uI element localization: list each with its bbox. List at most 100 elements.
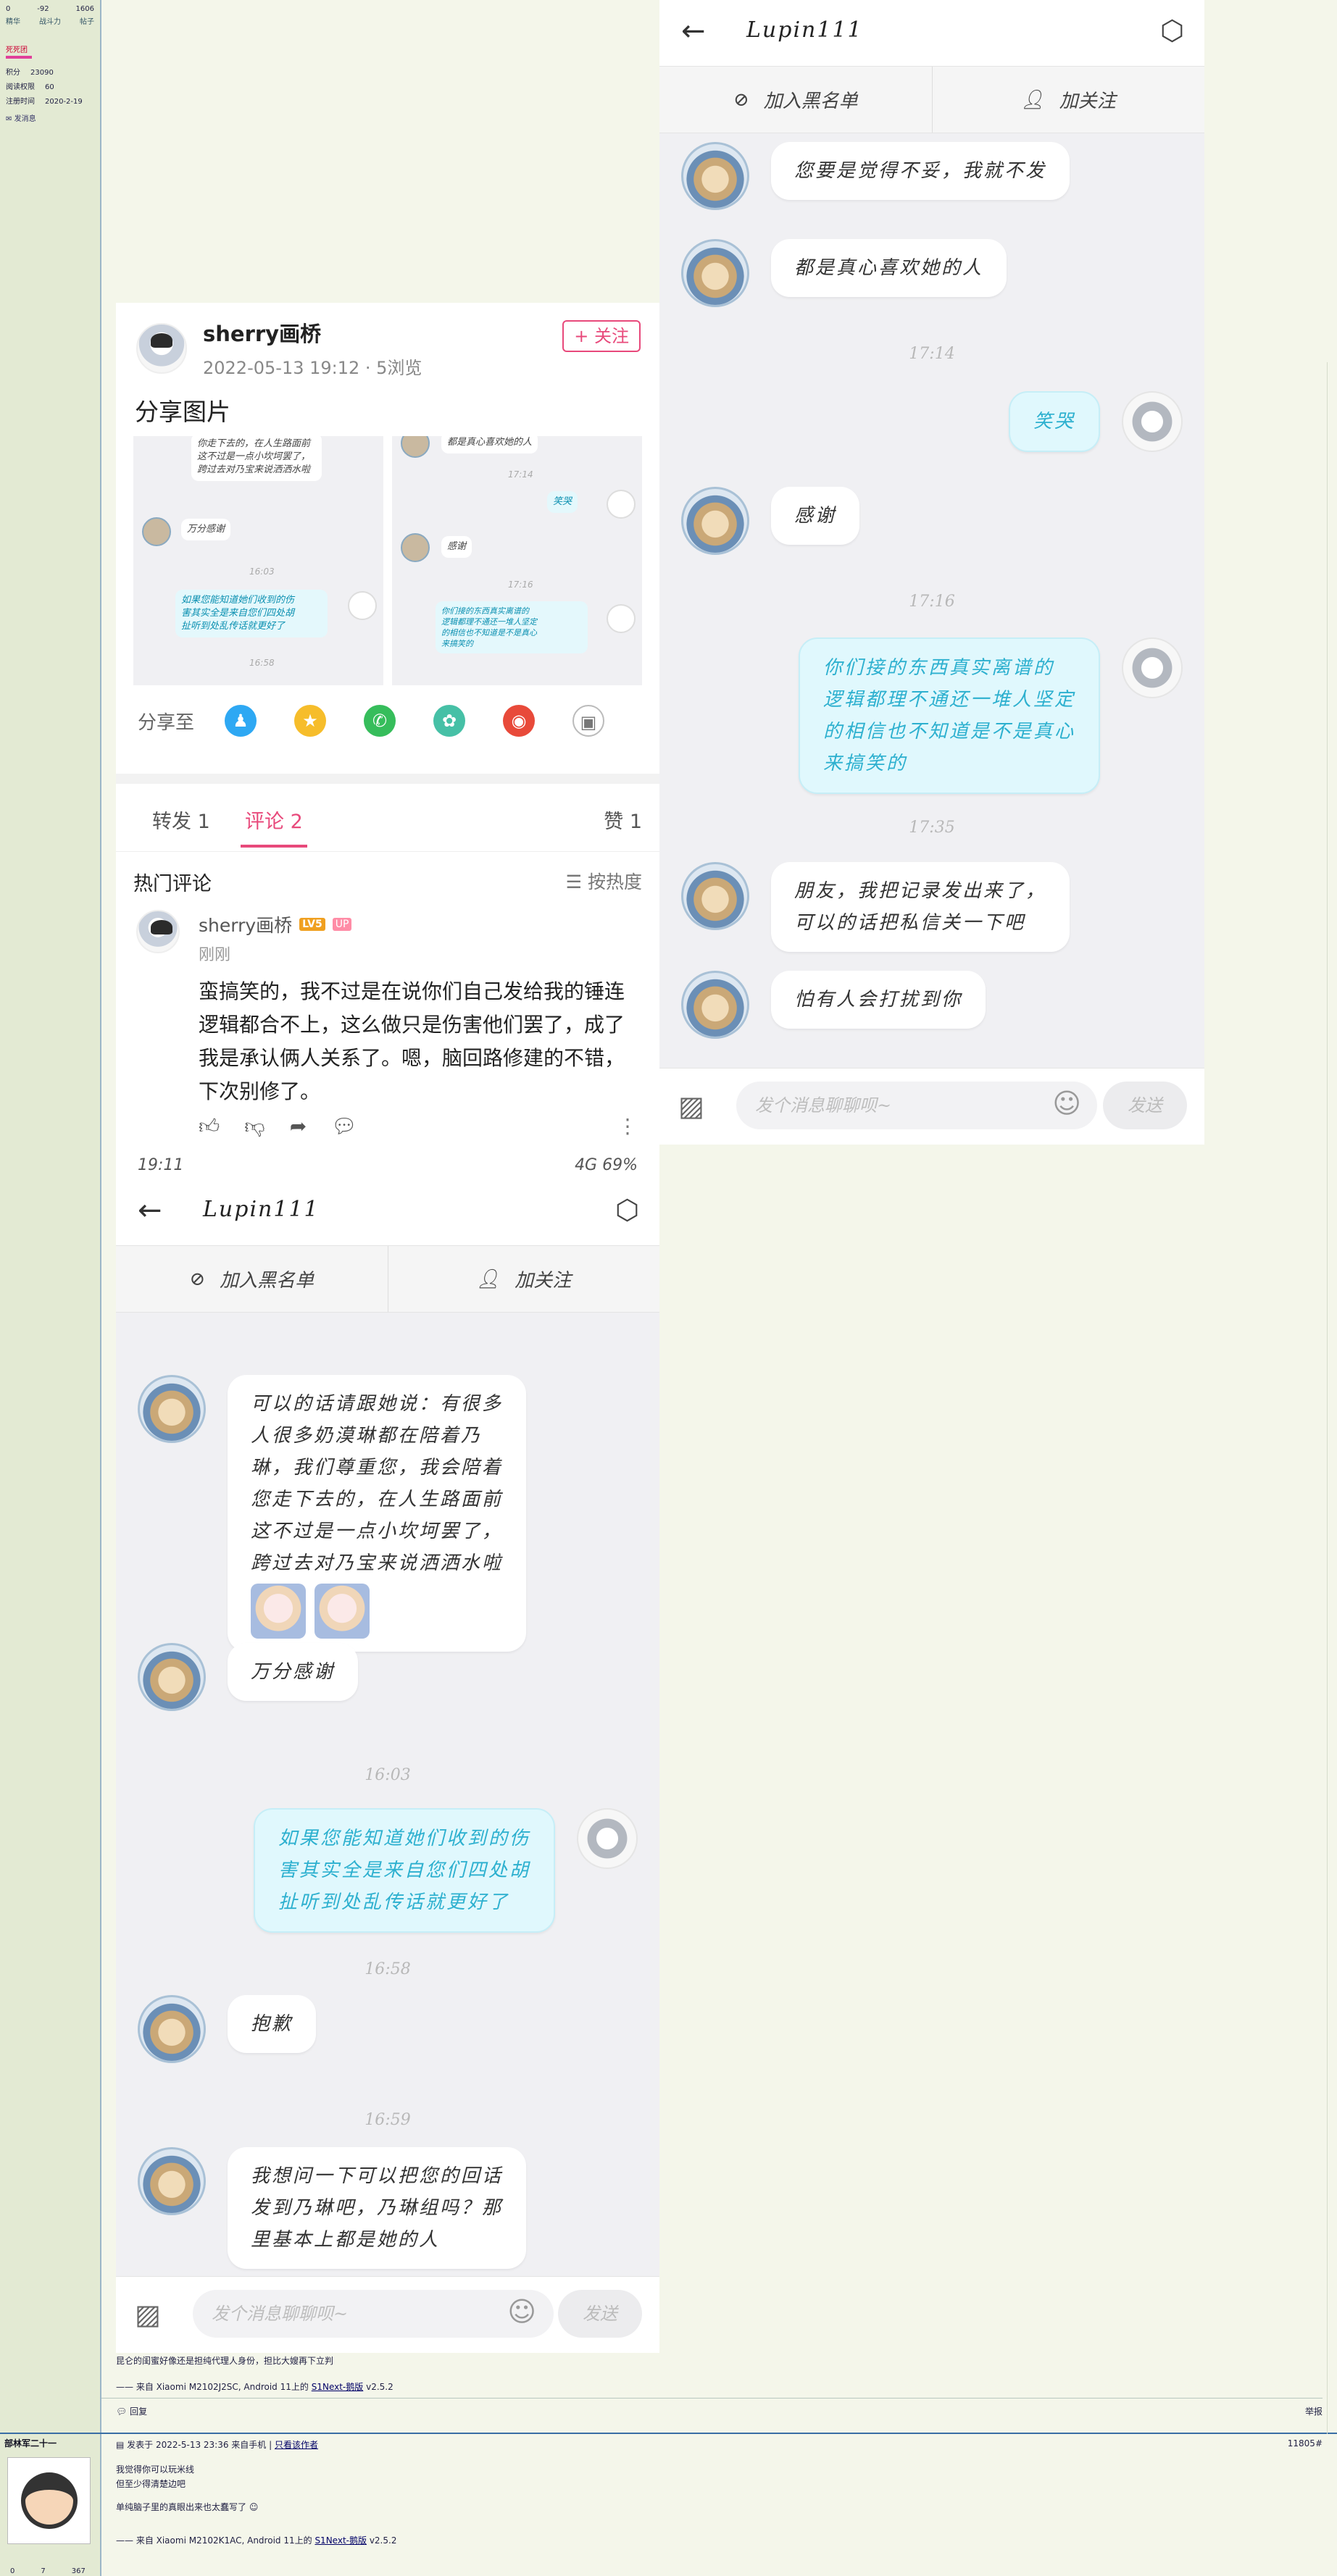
share-row: 分享至 ♟ ★ ✆ ✿ ◉ ▣ xyxy=(138,705,605,737)
sticker-row xyxy=(251,1584,503,1639)
emoji-icon[interactable]: ☺ xyxy=(1052,1087,1081,1119)
self-avatar[interactable] xyxy=(1122,637,1183,698)
self-avatar[interactable] xyxy=(577,1808,638,1869)
sticker-image[interactable] xyxy=(251,1584,306,1639)
contact-avatar[interactable] xyxy=(138,1995,206,2063)
author-avatar[interactable] xyxy=(7,2457,91,2544)
image-thumb-1[interactable]: 你走下去的，在人生路面前 这不过是一点小坎坷罢了， 跨过去对乃宝来说洒洒水啦 万… xyxy=(133,436,383,685)
author-name[interactable]: 部林军二十一 xyxy=(4,2437,57,2449)
tab-like[interactable]: 赞 1 xyxy=(604,806,642,834)
qq-icon[interactable]: ♟ xyxy=(225,705,257,737)
field-label: 注册时间 xyxy=(6,98,35,106)
post-icon: ▤ xyxy=(116,2440,125,2450)
chat-title: Lupin111 xyxy=(746,17,863,43)
back-arrow-icon[interactable]: ← xyxy=(138,1194,162,1227)
reply-link[interactable]: 💬︎ 回复 xyxy=(116,2405,147,2417)
stat-value: -92 xyxy=(37,5,49,13)
thumb-bubble: 笑哭 xyxy=(547,491,578,513)
follow-button[interactable]: + 关注 xyxy=(562,320,641,352)
contact-avatar[interactable] xyxy=(681,142,749,210)
settings-icon[interactable]: ⬡ xyxy=(1160,14,1184,46)
follow-user-button[interactable]: 👤︎ 加关注 xyxy=(931,67,1205,133)
wechat-icon[interactable]: ✆ xyxy=(364,705,396,737)
emoji-icon[interactable]: ☺ xyxy=(507,2296,536,2328)
weibo-screenshot: sherry画桥 2022-05-13 19:12 · 5浏览 + 关注 分享图… xyxy=(116,303,659,1179)
author-avatar[interactable] xyxy=(136,322,187,374)
stat-value: 367 xyxy=(71,2567,86,2575)
sort-button[interactable]: ☰ 按热度 xyxy=(566,868,642,894)
image-icon[interactable]: ▨ xyxy=(135,2299,161,2330)
contact-avatar[interactable] xyxy=(138,1643,206,1711)
stat-label[interactable]: 精华 xyxy=(6,16,20,29)
report-link[interactable]: 举报 xyxy=(1305,2405,1323,2417)
thumb-timestamp: 16:58 xyxy=(249,658,275,668)
contact-avatar[interactable] xyxy=(138,1375,206,1443)
thumb-avatar xyxy=(607,604,636,633)
message-input[interactable]: 发个消息聊聊呗~ xyxy=(193,2290,554,2338)
thumb-timestamp: 17:16 xyxy=(508,580,533,590)
block-button[interactable]: ⊘ 加入黑名单 xyxy=(659,67,932,133)
weibo-icon[interactable]: ◉ xyxy=(503,705,536,737)
more-icon[interactable]: ⋮ xyxy=(617,1114,638,1138)
send-button[interactable]: 发送 xyxy=(1103,1082,1187,1129)
field-value: 23090 xyxy=(30,69,54,77)
add-user-icon: 👤︎ xyxy=(476,1268,501,1290)
stat-label[interactable]: 战斗力 xyxy=(39,16,61,29)
contact-avatar[interactable] xyxy=(681,487,749,555)
user-group[interactable]: 死死团 xyxy=(6,43,94,54)
send-message-link[interactable]: ✉ 发消息 xyxy=(6,112,94,123)
follow-label: 加关注 xyxy=(1059,91,1116,112)
block-button[interactable]: ⊘ 加入黑名单 xyxy=(116,1246,388,1312)
block-icon: ⊘ xyxy=(189,1268,206,1290)
tab-comment[interactable]: 评论 2 xyxy=(245,806,303,834)
message-other: 感谢 xyxy=(681,487,860,555)
post-text-line: 单纯脑子里的真眼出来也太蠢写了 ☺ xyxy=(116,2501,258,2513)
floor-number[interactable]: 11805# xyxy=(1288,2438,1323,2449)
status-bar: 19:11 4G 69% xyxy=(116,1150,659,1179)
page-scrollbar[interactable] xyxy=(1327,362,1337,2434)
dislike-icon[interactable]: 👎︎ xyxy=(244,1114,265,1139)
message-input[interactable]: 发个消息聊聊呗~ xyxy=(736,1082,1097,1129)
message-bubble: 你们接的东西真实离谱的 逻辑都理不通还一堆人坚定 的相信也不知道是不是真心 来搞… xyxy=(798,637,1100,794)
chat-topbar: ← Lupin111 ⬡ xyxy=(116,1179,659,1246)
chat-timestamp: 16:58 xyxy=(365,1960,411,1978)
field-label: 阅读权限 xyxy=(6,83,35,91)
image-icon[interactable]: ▨ xyxy=(678,1090,704,1122)
contact-avatar[interactable] xyxy=(681,239,749,307)
app-link[interactable]: S1Next-鹅版 xyxy=(315,2535,367,2546)
share-arrow-icon[interactable]: ➦ xyxy=(290,1114,307,1139)
back-arrow-icon[interactable]: ← xyxy=(681,14,706,48)
image-icon[interactable]: ▣ xyxy=(572,705,605,737)
self-avatar[interactable] xyxy=(1122,391,1183,452)
author-sidebar: 部林军二十一 xyxy=(0,2434,101,2576)
only-author-link[interactable]: 只看该作者 xyxy=(275,2440,318,2450)
post-tabs: 转发 1 评论 2 赞 1 xyxy=(116,787,659,852)
tab-forward[interactable]: 转发 1 xyxy=(152,806,210,834)
field-value: 60 xyxy=(45,83,54,91)
post-text-line: 我觉得你可以玩米线 xyxy=(116,2464,195,2475)
message-other: 朋友，我把记录发出来了， 可以的话把私信关一下吧 xyxy=(681,862,1070,952)
send-button[interactable]: 发送 xyxy=(558,2290,642,2338)
stat-value: 7 xyxy=(41,2567,46,2575)
group-bar xyxy=(6,56,32,59)
image-thumb-2[interactable]: 都是真心喜欢她的人 17:14 笑哭 感谢 17:16 你们接的东西真实离谱的 … xyxy=(392,436,642,685)
moments-icon[interactable]: ✿ xyxy=(433,705,466,737)
contact-avatar[interactable] xyxy=(681,862,749,930)
like-icon[interactable]: 👍︎ xyxy=(199,1114,220,1139)
settings-icon[interactable]: ⬡ xyxy=(615,1194,639,1226)
contact-avatar[interactable] xyxy=(681,971,749,1039)
stat-label[interactable]: 帖子 xyxy=(80,16,94,29)
qzone-icon[interactable]: ★ xyxy=(294,705,327,737)
commenter-name[interactable]: sherry画桥 xyxy=(199,911,292,937)
author-name[interactable]: sherry画桥 xyxy=(203,317,422,348)
chat-timestamp: 17:16 xyxy=(909,593,955,611)
commenter-avatar[interactable] xyxy=(136,910,180,953)
reply-icon[interactable]: 💬︎ xyxy=(331,1114,357,1139)
post-date: 发表于 2022-5-13 23:36 来自手机 xyxy=(127,2440,267,2450)
contact-avatar[interactable] xyxy=(138,2147,206,2215)
sticker-image[interactable] xyxy=(315,1584,370,1639)
app-link[interactable]: S1Next-鹅版 xyxy=(312,2382,364,2392)
block-icon: ⊘ xyxy=(733,88,749,111)
follow-user-button[interactable]: 👤︎ 加关注 xyxy=(387,1246,660,1312)
message-other: 您要是觉得不妥，我就不发 xyxy=(681,142,1070,210)
